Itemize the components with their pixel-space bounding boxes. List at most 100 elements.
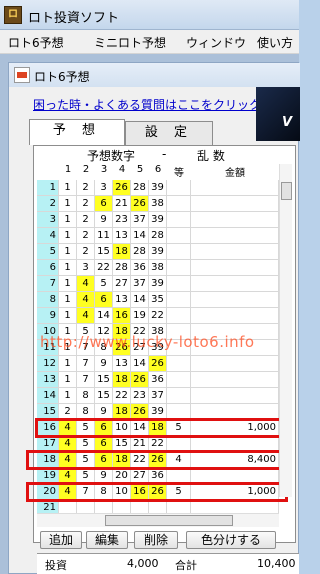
- number-cell: 1: [59, 228, 77, 244]
- hscroll-thumb[interactable]: [105, 515, 233, 526]
- amount-cell: [191, 260, 279, 276]
- add-button[interactable]: 追加: [40, 531, 82, 549]
- amount-cell: [191, 356, 279, 372]
- number-cell: 2: [77, 180, 95, 196]
- number-cell: 28: [131, 180, 149, 196]
- table-row[interactable]: 3 1 2 9 23 37 39: [37, 212, 279, 228]
- number-cell: 1: [59, 388, 77, 404]
- horizontal-scrollbar[interactable]: [37, 513, 279, 527]
- amount-cell: [191, 228, 279, 244]
- number-cell: 39: [149, 212, 167, 228]
- number-cell: 23: [131, 388, 149, 404]
- number-cell: 4: [77, 292, 95, 308]
- table-row[interactable]: 8 1 4 6 13 14 35: [37, 292, 279, 308]
- table-row[interactable]: 7 1 4 5 27 37 39: [37, 276, 279, 292]
- number-cell: 6: [95, 292, 113, 308]
- number-cell: 35: [149, 292, 167, 308]
- number-cell: 9: [95, 356, 113, 372]
- invest-label: 投資: [45, 559, 67, 572]
- number-cell: 1: [59, 212, 77, 228]
- grid-header: 予想数字 - 乱 数: [37, 147, 279, 164]
- rank-cell: [167, 196, 191, 212]
- child-title: ロト6予想: [34, 70, 90, 84]
- amount-cell: [191, 244, 279, 260]
- total-label: 合計: [175, 559, 197, 572]
- highlight-row-16: [35, 418, 286, 438]
- column-header: 5: [136, 164, 144, 175]
- tab-settings[interactable]: 設 定: [125, 121, 213, 145]
- menu-miniloto[interactable]: ミニロト予想: [94, 34, 166, 51]
- invest-value: 4,000: [127, 557, 159, 570]
- rank-cell: [167, 244, 191, 260]
- rank-cell: [167, 388, 191, 404]
- row-number: 13: [37, 372, 59, 388]
- column-header: 金額: [225, 168, 245, 179]
- table-row[interactable]: 2 1 2 6 21 26 38: [37, 196, 279, 212]
- number-cell: 26: [131, 196, 149, 212]
- number-cell: 2: [77, 196, 95, 212]
- menu-howto[interactable]: 使い方: [257, 34, 293, 51]
- ad-banner[interactable]: V: [256, 87, 300, 141]
- number-cell: 21: [113, 196, 131, 212]
- header-prediction: 予想数字: [87, 149, 136, 163]
- child-title-bar: ロト6予想: [9, 63, 300, 87]
- color-code-button[interactable]: 色分けする: [186, 531, 276, 549]
- amount-cell: [191, 276, 279, 292]
- number-cell: 15: [95, 388, 113, 404]
- column-header: 等: [174, 168, 184, 179]
- amount-cell: [191, 180, 279, 196]
- window-title: ロト投資ソフト: [28, 11, 120, 26]
- column-header: 2: [82, 164, 90, 175]
- number-cell: 28: [149, 228, 167, 244]
- number-cell: 5: [95, 276, 113, 292]
- menu-window[interactable]: ウィンドウ: [186, 34, 246, 51]
- row-number: 3: [37, 212, 59, 228]
- table-row[interactable]: 9 1 4 14 16 19 22: [37, 308, 279, 324]
- number-cell: 7: [77, 372, 95, 388]
- number-cell: 38: [149, 196, 167, 212]
- help-link[interactable]: 困った時・よくある質問はここをクリック: [33, 96, 261, 113]
- window-title-bar: ロ ロト投資ソフト: [0, 0, 299, 30]
- number-cell: 7: [77, 356, 95, 372]
- number-cell: 15: [95, 372, 113, 388]
- rank-cell: [167, 212, 191, 228]
- table-row[interactable]: 14 1 8 15 22 23 37: [37, 388, 279, 404]
- vertical-scrollbar[interactable]: [279, 164, 292, 497]
- banner-text: V: [282, 115, 293, 130]
- amount-cell: [191, 372, 279, 388]
- table-row[interactable]: 6 1 3 22 28 36 38: [37, 260, 279, 276]
- table-row[interactable]: 5 1 2 15 18 28 39: [37, 244, 279, 260]
- number-cell: 3: [77, 260, 95, 276]
- scroll-thumb[interactable]: [281, 182, 292, 200]
- rank-cell: [167, 292, 191, 308]
- rank-cell: [167, 372, 191, 388]
- number-cell: 6: [95, 196, 113, 212]
- delete-button[interactable]: 削除: [134, 531, 178, 549]
- tab-prediction[interactable]: 予 想: [29, 119, 125, 145]
- column-header: 4: [118, 164, 126, 175]
- app-logo-icon[interactable]: ロ: [4, 6, 22, 24]
- number-cell: 2: [77, 228, 95, 244]
- menu-loto6[interactable]: ロト6予想: [8, 34, 64, 51]
- column-header: 3: [100, 164, 108, 175]
- number-cell: 13: [113, 228, 131, 244]
- table-row[interactable]: 1 1 2 3 26 28 39: [37, 180, 279, 196]
- number-cell: 2: [77, 212, 95, 228]
- number-cell: 23: [113, 212, 131, 228]
- number-cell: 22: [149, 308, 167, 324]
- number-cell: 1: [59, 260, 77, 276]
- edit-button[interactable]: 編集: [86, 531, 128, 549]
- rank-cell: [167, 308, 191, 324]
- number-cell: 39: [149, 244, 167, 260]
- table-row[interactable]: 12 1 7 9 13 14 26: [37, 356, 279, 372]
- amount-cell: [191, 212, 279, 228]
- table-row[interactable]: 4 1 2 11 13 14 28: [37, 228, 279, 244]
- number-cell: 1: [59, 356, 77, 372]
- row-number: 5: [37, 244, 59, 260]
- number-cell: 13: [113, 292, 131, 308]
- table-row[interactable]: 13 1 7 15 18 26 36: [37, 372, 279, 388]
- number-cell: 39: [149, 276, 167, 292]
- number-cell: 1: [59, 276, 77, 292]
- number-cell: 36: [149, 372, 167, 388]
- rank-cell: [167, 260, 191, 276]
